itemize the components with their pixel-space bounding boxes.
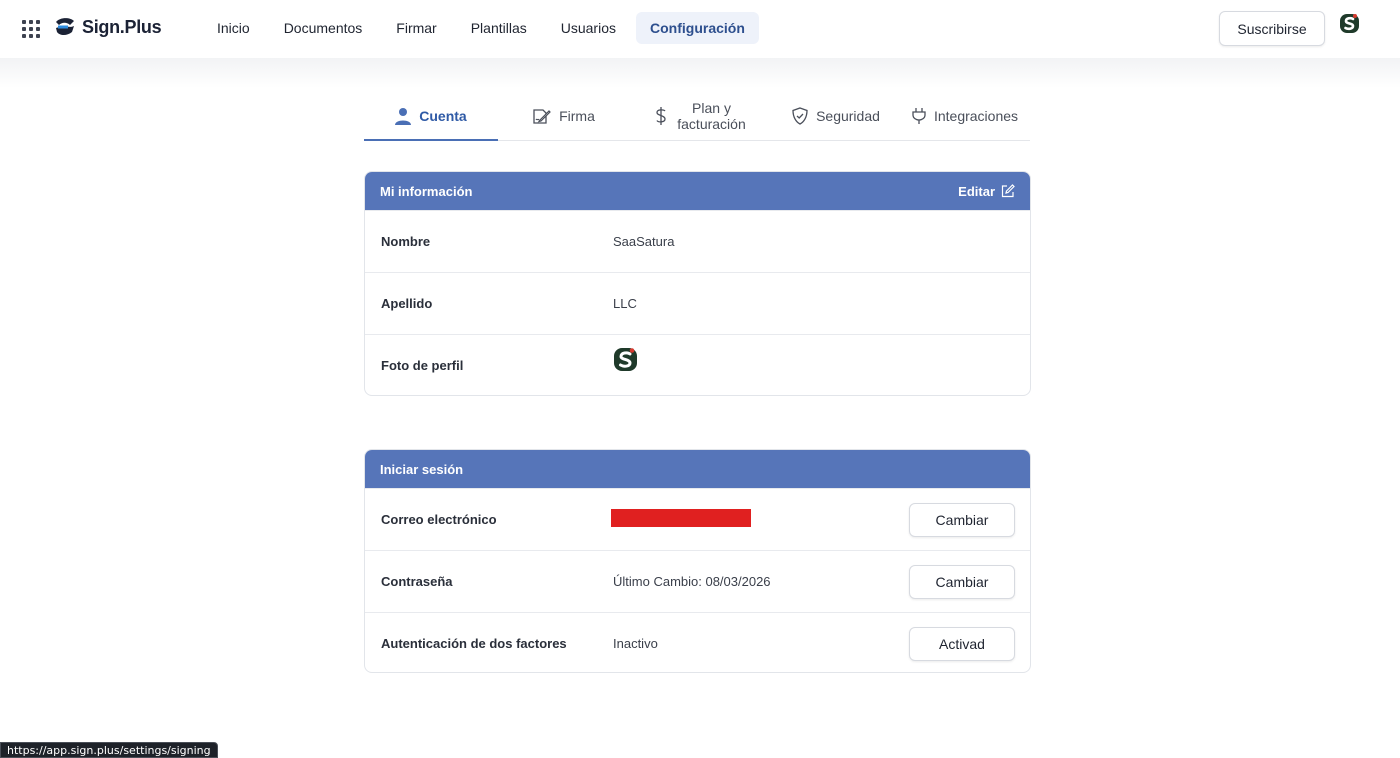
row-label: Nombre [381,234,431,249]
row-label: Foto de perfil [381,358,464,373]
card-title: Iniciar sesión [380,461,464,477]
card-header: Iniciar sesión [365,450,1030,488]
nav-usuarios[interactable]: Usuarios [547,12,630,44]
my-info-card: Mi información Editar Nombre SaaSatura A… [364,171,1031,396]
card-title: Mi información [380,183,473,199]
logo[interactable]: Sign.Plus [54,16,162,38]
row-value: SaaSatura [613,234,675,249]
edit-button[interactable]: Editar [958,184,1015,199]
sign-plus-logo-icon [56,18,74,35]
row-value: LLC [613,296,637,311]
row-value: Último Cambio: 08/03/2026 [613,574,771,589]
row-label: Contraseña [381,574,453,589]
change-password-button[interactable]: Cambiar [909,564,1015,599]
signature-icon [533,108,551,124]
tab-plan-facturacion[interactable]: Plan y facturación [629,92,772,140]
login-row-password: Contraseña Último Cambio: 08/03/2026 Cam… [365,550,1030,612]
tab-label: Integraciones [933,108,1019,124]
settings-tabs: Cuenta Firma Plan y facturación Segurida… [364,92,1030,141]
brand-name: Sign.Plus [82,16,162,37]
tab-label: Plan y facturación [677,100,746,132]
edit-label: Editar [958,183,995,199]
row-value: Inactivo [613,636,658,651]
status-bar-url: https://app.sign.plus/settings/signing [0,742,218,758]
tab-label: Cuenta [419,107,467,124]
row-label: Correo electrónico [381,512,497,527]
tab-cuenta[interactable]: Cuenta [364,92,498,141]
topbar-shadow [0,58,1400,88]
profile-photo [614,348,637,371]
nav-documentos[interactable]: Documentos [270,12,377,44]
tab-label: Firma [559,108,595,124]
main-nav: Inicio Documentos Firmar Plantillas Usua… [203,12,759,44]
subscribe-button[interactable]: Suscribirse [1219,11,1325,46]
nav-firmar[interactable]: Firmar [382,12,450,44]
login-card: Iniciar sesión Correo electrónico Cambia… [364,449,1031,673]
shield-icon [792,107,808,125]
row-label: Apellido [381,296,433,311]
info-row-nombre: Nombre SaaSatura [365,210,1030,272]
login-row-2fa: Autenticación de dos factores Inactivo A… [365,612,1030,672]
tab-label: Seguridad [816,108,880,124]
activate-2fa-button[interactable]: Activad [909,626,1015,661]
nav-inicio[interactable]: Inicio [203,12,264,44]
info-row-foto: Foto de perfil [365,334,1030,395]
user-avatar-icon[interactable] [1339,13,1360,34]
dollar-icon [655,107,666,125]
info-row-apellido: Apellido LLC [365,272,1030,334]
change-email-button[interactable]: Cambiar [909,502,1015,537]
user-icon [395,107,412,125]
top-bar: Sign.Plus Inicio Documentos Firmar Plant… [0,0,1400,58]
login-row-email: Correo electrónico Cambiar [365,488,1030,550]
tab-seguridad[interactable]: Seguridad [772,92,900,140]
nav-configuracion[interactable]: Configuración [636,12,759,44]
tab-firma[interactable]: Firma [498,92,629,140]
tab-integraciones[interactable]: Integraciones [900,92,1030,140]
plug-icon [912,108,926,124]
edit-icon [1001,184,1015,198]
card-header: Mi información Editar [365,172,1030,210]
nav-plantillas[interactable]: Plantillas [457,12,541,44]
redacted-email [611,509,751,527]
row-label: Autenticación de dos factores [381,636,567,651]
apps-grid-icon[interactable] [22,20,40,38]
